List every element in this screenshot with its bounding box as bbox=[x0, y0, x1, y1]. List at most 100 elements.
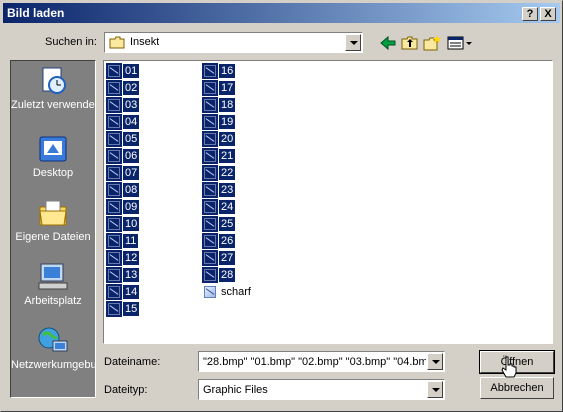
bitmap-file-icon bbox=[202, 97, 218, 113]
file-name: 20 bbox=[219, 132, 236, 146]
file-item[interactable]: 10 bbox=[106, 216, 140, 232]
bitmap-file-icon bbox=[202, 199, 218, 215]
bitmap-file-icon bbox=[106, 250, 122, 266]
file-name: 28 bbox=[219, 268, 236, 282]
file-name: 25 bbox=[219, 217, 236, 231]
up-folder-icon[interactable] bbox=[401, 34, 419, 52]
bitmap-file-icon bbox=[202, 267, 218, 283]
file-item[interactable]: 15 bbox=[106, 301, 140, 317]
file-item[interactable]: 09 bbox=[106, 199, 140, 215]
title-bar[interactable]: Bild laden ? X bbox=[3, 3, 560, 23]
folder-icon bbox=[109, 36, 125, 49]
filename-input[interactable]: "28.bmp" "01.bmp" "02.bmp" "03.bmp" "04.… bbox=[198, 351, 445, 372]
file-name: 10 bbox=[123, 217, 140, 231]
look-in-dropdown[interactable]: Insekt bbox=[104, 32, 363, 53]
close-button[interactable]: X bbox=[540, 7, 556, 21]
file-name: 04 bbox=[123, 115, 140, 129]
my-documents-icon bbox=[37, 197, 69, 229]
chevron-down-icon[interactable] bbox=[345, 34, 361, 51]
places-item-recent[interactable]: Zuletzt verwendete D... bbox=[11, 65, 95, 111]
places-item-my-computer[interactable]: Arbeitsplatz bbox=[11, 261, 95, 307]
places-label-my-computer: Arbeitsplatz bbox=[24, 295, 82, 307]
file-item[interactable]: 19 bbox=[202, 114, 236, 130]
file-name: 12 bbox=[123, 251, 140, 265]
file-name: 17 bbox=[219, 81, 236, 95]
my-computer-icon bbox=[37, 261, 69, 293]
file-name: 26 bbox=[219, 234, 236, 248]
bitmap-file-icon bbox=[106, 80, 122, 96]
view-menu-icon[interactable] bbox=[447, 34, 473, 52]
file-item[interactable]: 24 bbox=[202, 199, 236, 215]
cancel-button[interactable]: Abbrechen bbox=[480, 377, 554, 399]
window-title: Bild laden bbox=[7, 6, 65, 20]
file-name: 08 bbox=[123, 183, 140, 197]
bitmap-file-icon bbox=[106, 233, 122, 249]
file-item[interactable]: scharf bbox=[202, 284, 253, 300]
bitmap-file-icon bbox=[106, 131, 122, 147]
file-item[interactable]: 11 bbox=[106, 233, 139, 249]
new-folder-icon[interactable] bbox=[423, 34, 441, 52]
file-item[interactable]: 12 bbox=[106, 250, 140, 266]
file-item[interactable]: 05 bbox=[106, 131, 140, 147]
file-item[interactable]: 23 bbox=[202, 182, 236, 198]
file-item[interactable]: 27 bbox=[202, 250, 236, 266]
look-in-label: Suchen in: bbox=[45, 36, 97, 48]
bitmap-file-icon bbox=[202, 131, 218, 147]
file-name: 24 bbox=[219, 200, 236, 214]
file-item[interactable]: 14 bbox=[106, 284, 140, 300]
file-item[interactable]: 21 bbox=[202, 148, 236, 164]
places-item-desktop[interactable]: Desktop bbox=[11, 133, 95, 179]
open-button[interactable]: Öffnen bbox=[479, 350, 555, 374]
file-item[interactable]: 26 bbox=[202, 233, 236, 249]
places-label-desktop: Desktop bbox=[32, 167, 74, 179]
file-item[interactable]: 13 bbox=[106, 267, 140, 283]
bitmap-file-icon bbox=[106, 114, 122, 130]
places-label-recent: Zuletzt verwendete D... bbox=[11, 99, 95, 111]
bitmap-file-icon bbox=[106, 216, 122, 232]
file-item[interactable]: 04 bbox=[106, 114, 140, 130]
places-item-network[interactable]: Netzwerkumgebung bbox=[11, 325, 95, 371]
places-label-network: Netzwerkumgebung bbox=[11, 359, 95, 371]
help-button[interactable]: ? bbox=[522, 7, 538, 21]
bitmap-file-icon bbox=[106, 284, 122, 300]
file-item[interactable]: 28 bbox=[202, 267, 236, 283]
file-item[interactable]: 17 bbox=[202, 80, 236, 96]
desktop-icon bbox=[37, 133, 69, 165]
bitmap-file-icon bbox=[202, 165, 218, 181]
filename-chevron-down-icon[interactable] bbox=[427, 353, 443, 370]
file-item[interactable]: 22 bbox=[202, 165, 236, 181]
filetype-chevron-down-icon[interactable] bbox=[427, 381, 443, 398]
bitmap-file-icon bbox=[106, 148, 122, 164]
open-image-dialog: Bild laden ? X Suchen in: Insekt Zuletzt… bbox=[0, 0, 563, 412]
filetype-dropdown[interactable]: Graphic Files bbox=[198, 379, 445, 400]
places-bar: Zuletzt verwendete D... Desktop Eigene bbox=[10, 60, 96, 398]
bitmap-file-icon bbox=[202, 182, 218, 198]
file-name: 19 bbox=[219, 115, 236, 129]
network-icon bbox=[37, 325, 69, 357]
file-item[interactable]: 08 bbox=[106, 182, 140, 198]
file-item[interactable]: 01 bbox=[106, 63, 140, 79]
file-list[interactable]: 01 02 03 04 05 06 07 08 09 10 11 12 13 14 15 16 17 18 19 20… bbox=[103, 60, 553, 344]
file-item[interactable]: 02 bbox=[106, 80, 140, 96]
bitmap-file-icon bbox=[202, 250, 218, 266]
file-item[interactable]: 25 bbox=[202, 216, 236, 232]
file-name: 27 bbox=[219, 251, 236, 265]
file-item[interactable]: 06 bbox=[106, 148, 140, 164]
file-item[interactable]: 20 bbox=[202, 131, 236, 147]
file-item[interactable]: 03 bbox=[106, 97, 140, 113]
file-item[interactable]: 07 bbox=[106, 165, 140, 181]
places-label-my-documents: Eigene Dateien bbox=[15, 231, 91, 243]
file-name: 14 bbox=[123, 285, 140, 299]
file-item[interactable]: 16 bbox=[202, 63, 236, 79]
back-icon[interactable] bbox=[379, 34, 397, 52]
file-name: 07 bbox=[123, 166, 140, 180]
file-name: 15 bbox=[123, 302, 140, 316]
file-name: 01 bbox=[123, 64, 140, 78]
bitmap-file-icon bbox=[106, 301, 122, 317]
filename-value: "28.bmp" "01.bmp" "02.bmp" "03.bmp" "04.… bbox=[203, 356, 426, 368]
file-item[interactable]: 18 bbox=[202, 97, 236, 113]
bitmap-file-icon bbox=[202, 63, 218, 79]
file-name: 16 bbox=[219, 64, 236, 78]
bitmap-file-icon bbox=[202, 216, 218, 232]
places-item-my-documents[interactable]: Eigene Dateien bbox=[11, 197, 95, 243]
